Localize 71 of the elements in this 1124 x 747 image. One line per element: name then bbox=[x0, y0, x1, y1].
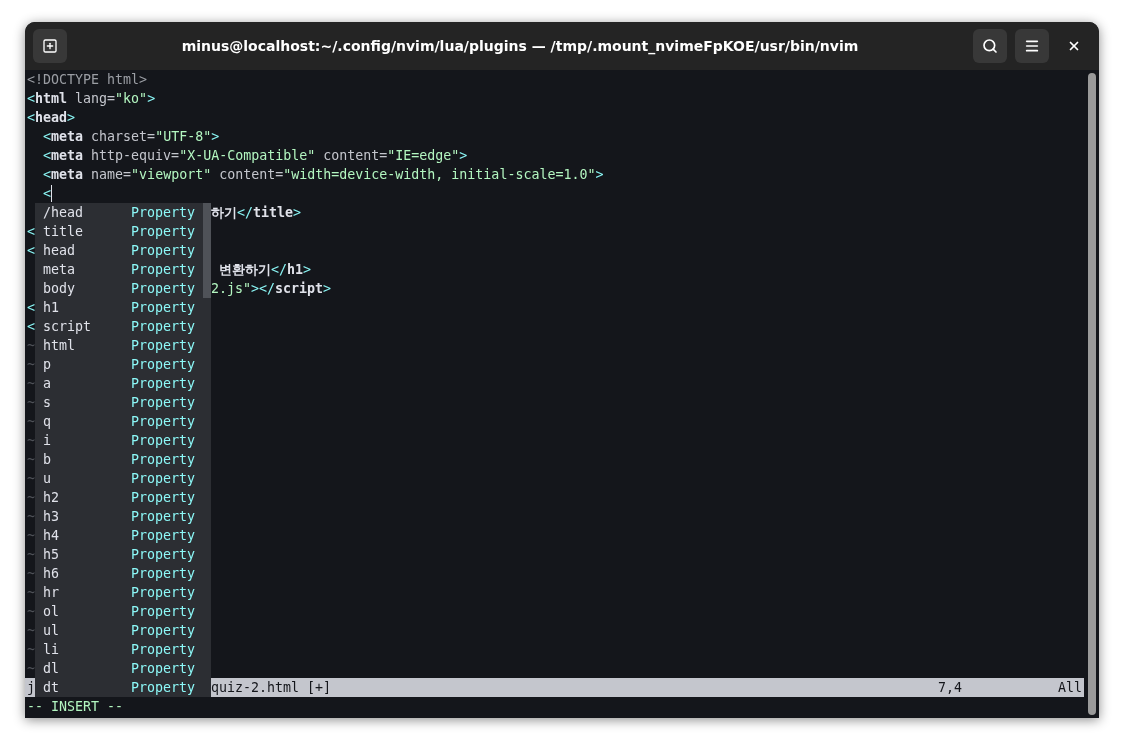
empty-line-marker: ~ bbox=[27, 375, 35, 393]
empty-line-marker: ~ bbox=[27, 432, 35, 450]
completion-item[interactable]: ol Property bbox=[35, 602, 203, 621]
empty-line-marker: ~ bbox=[27, 584, 35, 602]
empty-line-marker: ~ bbox=[27, 565, 35, 583]
search-icon bbox=[982, 38, 998, 54]
empty-line-marker: ~ bbox=[27, 622, 35, 640]
completion-item[interactable]: i Property bbox=[35, 431, 203, 450]
completion-item[interactable]: script Property bbox=[35, 317, 203, 336]
code-line: <!DOCTYPE html> bbox=[27, 71, 148, 89]
completion-item[interactable]: ul Property bbox=[35, 621, 203, 640]
completion-item[interactable]: /head Property bbox=[35, 203, 203, 222]
empty-line-marker: ~ bbox=[27, 394, 35, 412]
code-text: 2.js"></script> bbox=[211, 280, 332, 298]
menu-button[interactable] bbox=[1015, 29, 1049, 63]
completion-item[interactable]: body Property bbox=[35, 279, 203, 298]
new-tab-icon bbox=[42, 38, 58, 54]
empty-line-marker: ~ bbox=[27, 413, 35, 431]
completion-item[interactable]: b Property bbox=[35, 450, 203, 469]
menu-icon bbox=[1024, 38, 1040, 54]
cursor-position: 7,4 bbox=[937, 679, 962, 697]
close-icon bbox=[1067, 39, 1081, 53]
completion-item[interactable]: p Property bbox=[35, 355, 203, 374]
empty-line-marker: ~ bbox=[27, 470, 35, 488]
completion-item[interactable]: head Property bbox=[35, 241, 203, 260]
status-char: j bbox=[27, 679, 35, 697]
empty-line-marker: ~ bbox=[27, 527, 35, 545]
code-text: < bbox=[27, 300, 35, 315]
new-tab-button[interactable] bbox=[33, 29, 67, 63]
code-text: < bbox=[27, 224, 35, 239]
empty-line-marker: ~ bbox=[27, 337, 35, 355]
code-text: < bbox=[27, 243, 35, 258]
completion-item[interactable]: hr Property bbox=[35, 583, 203, 602]
code-text: < bbox=[27, 319, 35, 334]
empty-line-marker: ~ bbox=[27, 451, 35, 469]
completion-item[interactable]: q Property bbox=[35, 412, 203, 431]
completion-item[interactable]: li Property bbox=[35, 640, 203, 659]
empty-line-marker: ~ bbox=[27, 641, 35, 659]
empty-line-marker: ~ bbox=[27, 603, 35, 621]
completion-item[interactable]: h5 Property bbox=[35, 545, 203, 564]
code-text: 하기</title> bbox=[211, 204, 302, 222]
completion-item[interactable]: u Property bbox=[35, 469, 203, 488]
empty-line-marker: ~ bbox=[27, 508, 35, 526]
empty-line-marker: ~ bbox=[27, 660, 35, 678]
code-line: <meta http-equiv="X-UA-Compatible" content="IE=edge"> bbox=[43, 147, 468, 165]
completion-item[interactable]: title Property bbox=[35, 222, 203, 241]
code-text: 변환하기</h1> bbox=[218, 261, 312, 279]
completion-item[interactable]: h2 Property bbox=[35, 488, 203, 507]
scroll-position: All bbox=[1057, 679, 1083, 697]
mode-indicator: -- INSERT -- bbox=[27, 698, 124, 716]
window-title: minus@localhost:~/.config/nvim/lua/plugins — /tmp/.mount_nvimeFpKOE/usr/bin/nvim bbox=[181, 36, 859, 57]
code-line: <meta charset="UTF-8"> bbox=[43, 128, 220, 146]
completion-item[interactable]: html Property bbox=[35, 336, 203, 355]
completion-item[interactable]: dt Property bbox=[35, 678, 203, 697]
code-line: <head> bbox=[27, 109, 76, 127]
completion-item[interactable]: h6 Property bbox=[35, 564, 203, 583]
search-button[interactable] bbox=[973, 29, 1007, 63]
code-line: <html lang="ko"> bbox=[27, 90, 156, 108]
empty-line-marker: ~ bbox=[27, 356, 35, 374]
completion-item[interactable]: dl Property bbox=[35, 659, 203, 678]
completion-item[interactable]: h1 Property bbox=[35, 298, 203, 317]
completion-item[interactable]: h3 Property bbox=[35, 507, 203, 526]
code-line: < bbox=[43, 185, 52, 203]
completion-item[interactable]: s Property bbox=[35, 393, 203, 412]
empty-line-marker: ~ bbox=[27, 489, 35, 507]
code-line: <meta name="viewport" content="width=device-width, initial-scale=1.0"> bbox=[43, 166, 604, 184]
completion-item[interactable]: a Property bbox=[35, 374, 203, 393]
completion-item[interactable]: h4 Property bbox=[35, 526, 203, 545]
completion-item[interactable]: meta Property bbox=[35, 260, 203, 279]
empty-line-marker: ~ bbox=[27, 546, 35, 564]
file-name: quiz-2.html [+] bbox=[211, 679, 332, 697]
